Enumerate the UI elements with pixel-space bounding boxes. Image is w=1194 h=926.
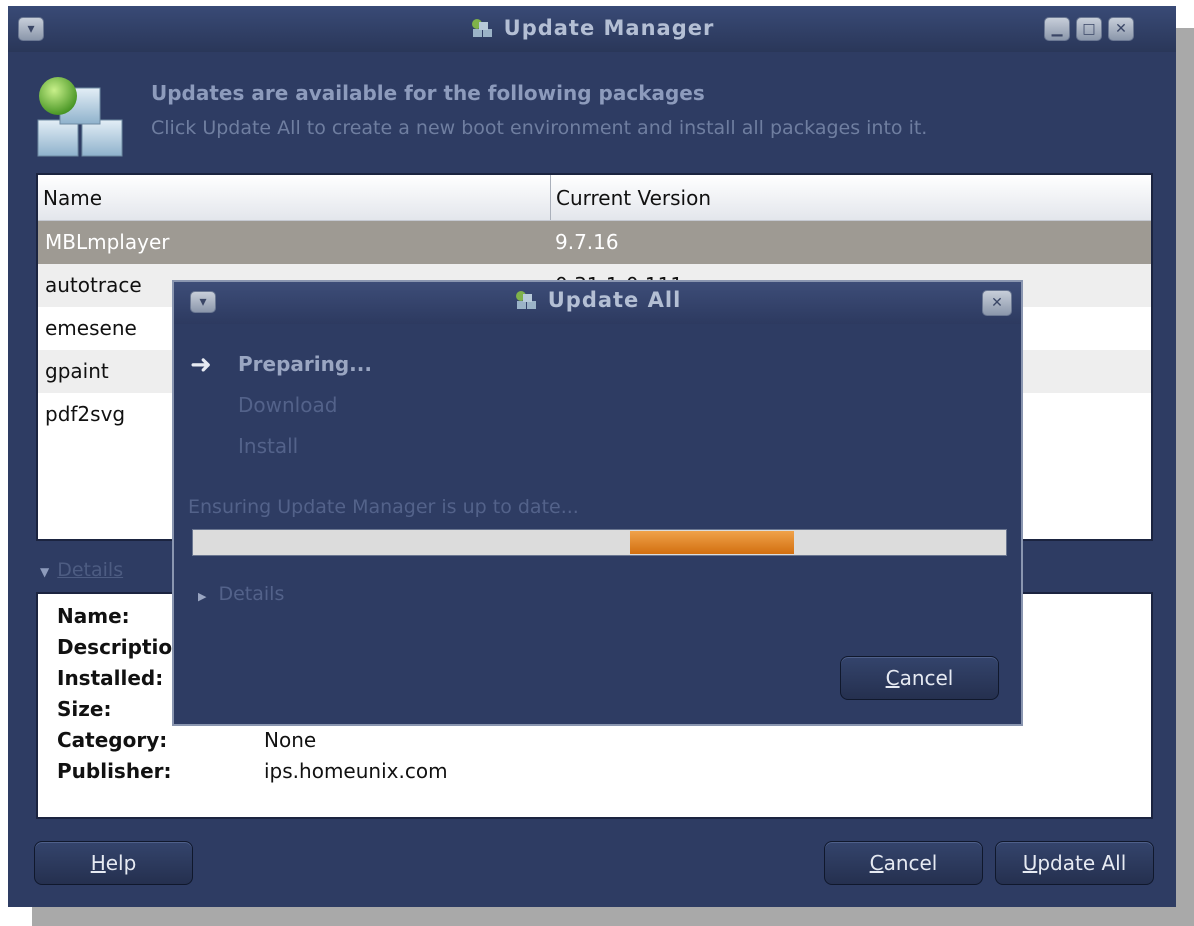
close-icon: ✕ <box>1115 21 1127 37</box>
step-install: Install <box>238 434 299 458</box>
titlebar: ▾ Update Manager ▁ □ ✕ <box>8 6 1176 52</box>
details-expander-label: Details <box>57 559 124 581</box>
update-manager-icon <box>471 19 492 37</box>
package-name: emesene <box>45 316 137 340</box>
help-button[interactable]: Help <box>34 841 193 885</box>
details-expander[interactable]: ▼ Details <box>40 559 123 581</box>
window-title-text: Update Manager <box>503 16 715 40</box>
package-name: MBLmplayer <box>45 230 170 254</box>
dialog-cancel-mnemonic: C <box>885 666 900 690</box>
step-preparing: Preparing... <box>238 352 372 376</box>
window-title: Update Manager <box>8 16 1176 40</box>
maximize-icon: □ <box>1082 21 1096 37</box>
detail-label: Publisher: <box>57 759 172 783</box>
package-version: 9.7.16 <box>555 230 619 254</box>
detail-label: Category: <box>57 728 168 752</box>
close-icon: ✕ <box>991 295 1003 311</box>
maximize-button[interactable]: □ <box>1076 17 1102 41</box>
cancel-mnemonic: C <box>869 851 884 875</box>
dialog-title: Update All <box>174 288 1021 312</box>
update-manager-icon <box>515 291 536 309</box>
dialog-titlebar: ▾ Update All ✕ <box>174 282 1021 324</box>
expander-down-icon: ▼ <box>40 565 50 579</box>
right-arrow-icon: ➜ <box>190 350 212 380</box>
detail-value: None <box>264 728 317 752</box>
update-all-button[interactable]: Update All <box>995 841 1154 885</box>
close-button[interactable]: ✕ <box>1108 17 1134 41</box>
update-all-dialog: ▾ Update All ✕ ➜ Preparing... Download I… <box>172 280 1023 726</box>
detail-label: Name: <box>57 604 130 628</box>
minimize-icon: ▁ <box>1051 21 1063 37</box>
detail-label: Installed: <box>57 666 164 690</box>
progress-bar <box>192 529 1007 556</box>
update-all-label: pdate All <box>1037 851 1127 875</box>
list-header: Name Current Version <box>38 175 1151 221</box>
cancel-button[interactable]: Cancel <box>824 841 983 885</box>
dialog-details-label: Details <box>218 583 285 605</box>
progress-fill <box>630 531 794 554</box>
status-text: Ensuring Update Manager is up to date... <box>188 496 579 518</box>
dialog-cancel-button[interactable]: Cancel <box>840 656 999 700</box>
detail-value: ips.homeunix.com <box>264 759 448 783</box>
expander-right-icon: ▶ <box>198 590 207 603</box>
minimize-button[interactable]: ▁ <box>1044 17 1070 41</box>
column-header-version[interactable]: Current Version <box>556 186 711 210</box>
help-mnemonic: H <box>90 851 106 875</box>
column-separator <box>550 175 551 220</box>
column-header-name[interactable]: Name <box>43 186 102 210</box>
help-label: elp <box>105 851 137 875</box>
dialog-cancel-label: ancel <box>899 666 954 690</box>
step-download: Download <box>238 393 338 417</box>
package-name: pdf2svg <box>45 402 126 426</box>
table-row[interactable]: MBLmplayer 9.7.16 <box>38 221 1151 264</box>
dialog-title-text: Update All <box>547 288 682 312</box>
detail-label: Size: <box>57 697 112 721</box>
package-name: gpaint <box>45 359 109 383</box>
cancel-label: ancel <box>883 851 938 875</box>
update-all-mnemonic: U <box>1022 851 1038 875</box>
packages-icon <box>37 77 123 157</box>
dialog-close-button[interactable]: ✕ <box>982 290 1012 316</box>
dialog-details-expander[interactable]: ▶ Details <box>198 583 284 605</box>
package-name: autotrace <box>45 273 142 297</box>
header-title: Updates are available for the following … <box>151 81 705 105</box>
header-subtitle: Click Update All to create a new boot en… <box>151 117 928 139</box>
